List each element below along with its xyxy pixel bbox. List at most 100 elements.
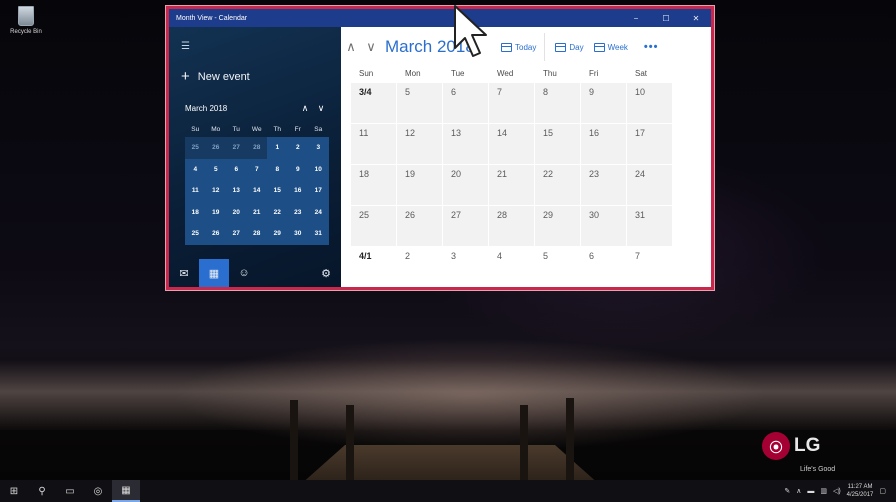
day-cell[interactable]: 2	[397, 247, 443, 277]
mini-day-cell[interactable]: 27	[226, 137, 247, 159]
day-cell[interactable]: 3/4	[351, 83, 397, 124]
mini-day-cell[interactable]: 24	[308, 202, 329, 224]
mini-day-cell[interactable]: 3	[308, 137, 329, 159]
mini-day-cell[interactable]: 10	[308, 159, 329, 181]
mini-day-cell[interactable]: 15	[267, 180, 288, 202]
mini-next-arrow-icon[interactable]: ∨	[313, 103, 329, 114]
mini-day-cell[interactable]: 20	[226, 202, 247, 224]
hamburger-menu-icon[interactable]: ☰	[181, 41, 190, 52]
day-cell[interactable]: 3	[443, 247, 489, 277]
prev-month-arrow-icon[interactable]: ∧	[341, 39, 361, 55]
mini-day-cell[interactable]: 13	[226, 180, 247, 202]
new-event-button[interactable]: + New event	[181, 69, 250, 84]
day-cell[interactable]: 6	[443, 83, 489, 124]
mini-day-cell[interactable]: 22	[267, 202, 288, 224]
day-cell[interactable]: 4	[489, 247, 535, 277]
mini-day-cell[interactable]: 18	[185, 202, 206, 224]
mini-day-cell[interactable]: 6	[226, 159, 247, 181]
day-cell[interactable]: 25	[351, 206, 397, 247]
day-cell[interactable]: 5	[535, 247, 581, 277]
more-options-button[interactable]: •••	[644, 41, 659, 53]
recycle-bin[interactable]: Recycle Bin	[6, 6, 46, 35]
day-cell[interactable]: 24	[627, 165, 673, 206]
day-cell[interactable]: 22	[535, 165, 581, 206]
mini-day-cell[interactable]: 16	[288, 180, 309, 202]
maximize-button[interactable]: ☐	[651, 14, 681, 23]
day-cell[interactable]: 8	[535, 83, 581, 124]
network-icon[interactable]: ▥	[820, 487, 827, 495]
mini-day-cell[interactable]: 25	[185, 137, 206, 159]
mini-day-cell[interactable]: 26	[206, 223, 227, 245]
day-cell[interactable]: 19	[397, 165, 443, 206]
mini-day-cell[interactable]: 28	[247, 223, 268, 245]
mini-day-cell[interactable]: 11	[185, 180, 206, 202]
people-icon[interactable]: ☺	[229, 259, 259, 287]
day-cell[interactable]: 23	[581, 165, 627, 206]
mini-day-cell[interactable]: 23	[288, 202, 309, 224]
mini-day-cell[interactable]: 5	[206, 159, 227, 181]
mini-day-cell[interactable]: 8	[267, 159, 288, 181]
day-cell[interactable]: 5	[397, 83, 443, 124]
day-cell[interactable]: 27	[443, 206, 489, 247]
calendar-window[interactable]: Month View - Calendar − ☐ ✕ ☰ + New even…	[166, 6, 714, 290]
week-view-button[interactable]: Week	[593, 42, 628, 52]
close-button[interactable]: ✕	[681, 14, 711, 23]
mini-day-cell[interactable]: 14	[247, 180, 268, 202]
mini-day-cell[interactable]: 2	[288, 137, 309, 159]
pen-icon[interactable]: ✎	[784, 487, 790, 495]
day-cell[interactable]: 10	[627, 83, 673, 124]
calendar-icon[interactable]: ▦	[199, 259, 229, 287]
day-cell[interactable]: 21	[489, 165, 535, 206]
up-arrow-icon[interactable]: ∧	[796, 487, 801, 495]
battery-icon[interactable]: ▬	[807, 488, 814, 495]
settings-icon[interactable]: ⚙	[311, 259, 341, 287]
day-cell[interactable]: 9	[581, 83, 627, 124]
search-icon[interactable]: ⚲	[28, 480, 56, 502]
cortana-icon[interactable]: ◎	[84, 480, 112, 502]
minimize-button[interactable]: −	[621, 14, 651, 23]
day-cell[interactable]: 17	[627, 124, 673, 165]
day-cell[interactable]: 15	[535, 124, 581, 165]
mini-day-cell[interactable]: 1	[267, 137, 288, 159]
mini-calendar-month[interactable]: March 2018	[185, 104, 297, 113]
mini-day-cell[interactable]: 30	[288, 223, 309, 245]
mail-icon[interactable]: ✉	[169, 259, 199, 287]
day-cell[interactable]: 29	[535, 206, 581, 247]
window-titlebar[interactable]: Month View - Calendar − ☐ ✕	[169, 9, 711, 27]
day-cell[interactable]: 31	[627, 206, 673, 247]
mini-day-cell[interactable]: 28	[246, 137, 267, 159]
mini-prev-arrow-icon[interactable]: ∧	[297, 103, 313, 114]
mini-day-cell[interactable]: 27	[226, 223, 247, 245]
mini-day-cell[interactable]: 7	[247, 159, 268, 181]
mini-day-cell[interactable]: 26	[205, 137, 226, 159]
day-cell[interactable]: 7	[627, 247, 673, 277]
mini-day-cell[interactable]: 29	[267, 223, 288, 245]
mini-day-cell[interactable]: 9	[288, 159, 309, 181]
day-view-button[interactable]: Day	[555, 42, 584, 52]
day-cell[interactable]: 6	[581, 247, 627, 277]
task-view-icon[interactable]: ▭	[56, 480, 84, 502]
mini-day-cell[interactable]: 17	[308, 180, 329, 202]
day-cell[interactable]: 16	[581, 124, 627, 165]
day-cell[interactable]: 26	[397, 206, 443, 247]
day-cell[interactable]: 12	[397, 124, 443, 165]
mini-day-cell[interactable]: 21	[247, 202, 268, 224]
mini-day-cell[interactable]: 4	[185, 159, 206, 181]
day-cell[interactable]: 20	[443, 165, 489, 206]
volume-icon[interactable]: ◁)	[833, 487, 841, 495]
day-cell[interactable]: 7	[489, 83, 535, 124]
mini-day-cell[interactable]: 31	[308, 223, 329, 245]
day-cell[interactable]: 14	[489, 124, 535, 165]
day-cell[interactable]: 30	[581, 206, 627, 247]
day-cell[interactable]: 13	[443, 124, 489, 165]
mini-day-cell[interactable]: 19	[206, 202, 227, 224]
start-button-icon[interactable]: ⊞	[0, 480, 28, 502]
mini-day-cell[interactable]: 25	[185, 223, 206, 245]
next-month-arrow-icon[interactable]: ∨	[361, 39, 381, 55]
day-cell[interactable]: 18	[351, 165, 397, 206]
taskbar-calendar-icon[interactable]: ▦	[112, 480, 140, 502]
today-button[interactable]: Today	[501, 42, 536, 52]
day-cell[interactable]: 11	[351, 124, 397, 165]
day-cell[interactable]: 28	[489, 206, 535, 247]
clock[interactable]: 11:27 AM 4/25/2017	[847, 483, 874, 499]
